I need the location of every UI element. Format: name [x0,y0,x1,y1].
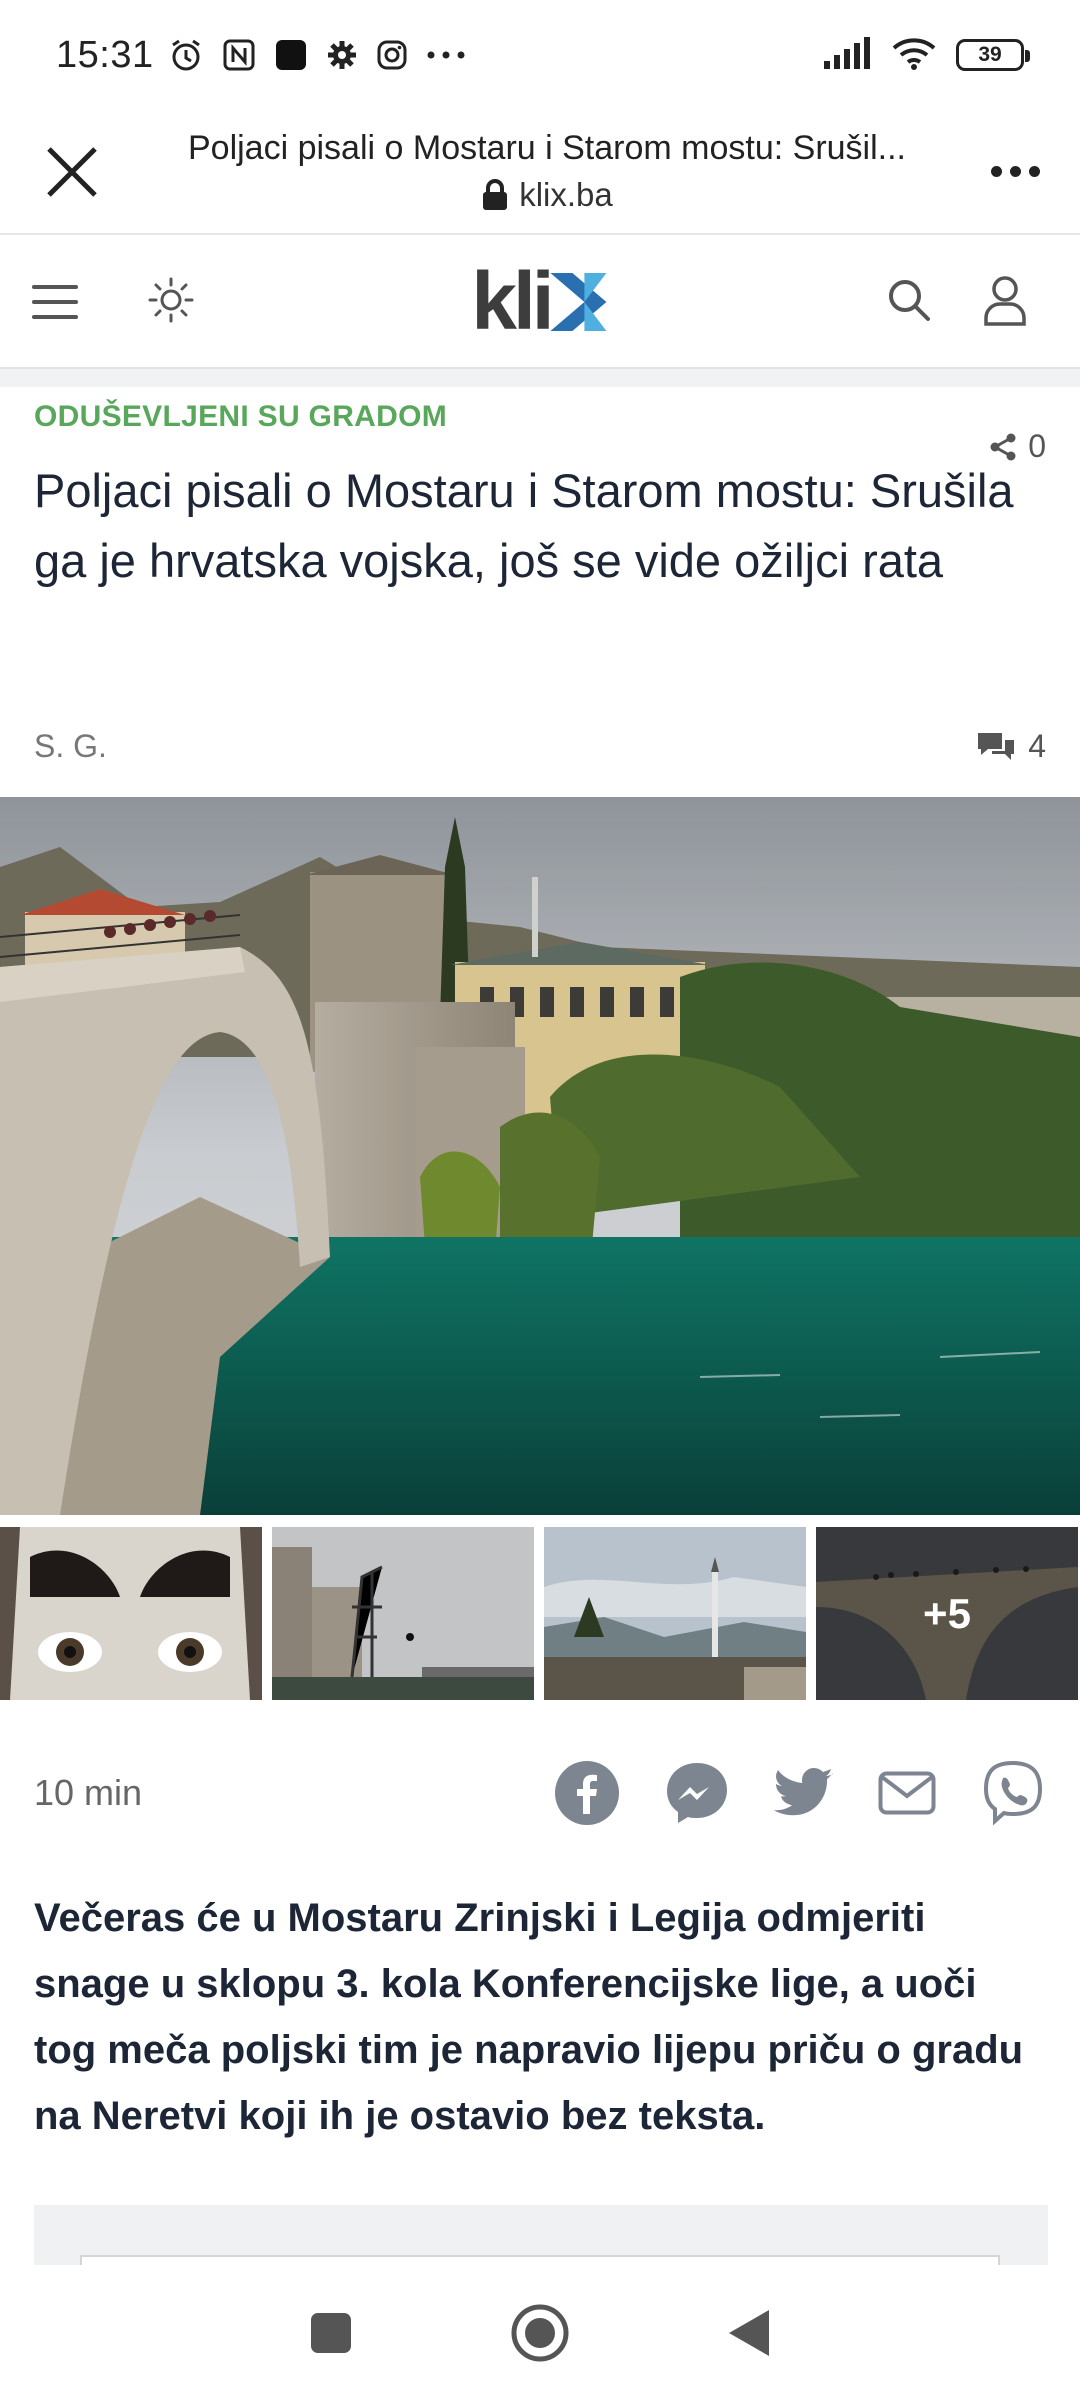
lock-icon [483,179,508,210]
browser-title-area[interactable]: Poljaci pisali o Mostaru i Starom mostu:… [144,129,950,214]
embedded-content-box [34,2205,1048,2265]
search-icon[interactable] [884,275,934,330]
facebook-icon[interactable] [554,1760,620,1826]
status-time: 15:31 [56,33,154,76]
twitter-icon[interactable] [774,1768,834,1818]
hamburger-menu-icon[interactable] [32,285,78,319]
share-icon [990,433,1016,460]
logo-text: kli [471,256,554,347]
gallery-more-count: +5 [816,1527,1078,1700]
gallery-thumb-1[interactable] [0,1527,262,1700]
menu-dot [1009,166,1021,177]
url-text: klix.ba [519,176,613,213]
system-navigation-bar [0,2265,1080,2400]
battery-level: 39 [978,43,1002,66]
article-author: S. G. [34,728,107,764]
menu-dot [990,166,1002,177]
close-icon [47,146,97,197]
email-icon[interactable] [878,1771,936,1815]
instagram-icon [376,39,408,71]
home-icon[interactable] [510,2303,570,2363]
gallery-thumb-4[interactable]: +5 [816,1527,1078,1700]
user-profile-icon[interactable] [982,274,1028,331]
gallery-thumb-2[interactable] [272,1527,534,1700]
article-hero-image[interactable] [0,797,1080,1515]
signal-icon [822,36,872,74]
sun-theme-toggle-icon[interactable] [146,275,196,330]
share-buttons [554,1760,1046,1826]
gallery-thumb-3[interactable] [544,1527,806,1700]
read-time: 10 min [34,1772,143,1813]
comments-button[interactable]: 4 [976,728,1046,765]
share-count-value: 0 [1028,428,1046,464]
comments-icon [978,732,1015,760]
recent-apps-icon[interactable] [309,2311,353,2355]
browser-menu-button[interactable] [950,109,1080,234]
alarm-icon [168,37,204,73]
app-square-icon [274,38,308,72]
site-header: kli [0,237,1080,367]
klix-logo[interactable]: kli [471,256,608,347]
byline-row: S. G. 4 [34,728,1046,765]
more-dots-icon [426,50,466,60]
close-tab-button[interactable] [0,109,144,234]
url-display: klix.ba [481,176,613,214]
browser-toolbar: Poljaci pisali o Mostaru i Starom mostu:… [0,110,1080,235]
embedded-content-frame [80,2255,1000,2265]
article-header: ODUŠEVLJENI SU GRADOM 0 Poljaci pisali o… [34,400,1046,596]
battery-icon: 39 [956,39,1030,71]
gear-icon [326,39,358,71]
messenger-icon[interactable] [664,1760,730,1826]
logo-x-mark [550,273,607,331]
article-kicker: ODUŠEVLJENI SU GRADOM [34,400,448,433]
header-divider [0,367,1080,387]
back-icon[interactable] [727,2308,771,2358]
share-count-button[interactable]: 0 [988,428,1046,465]
menu-dot [1028,166,1040,177]
article-meta-row: 10 min [34,1758,1046,1828]
viber-icon[interactable] [980,1760,1046,1826]
comment-count: 4 [1028,728,1046,764]
article-lead: Večeras će u Mostaru Zrinjski i Legija o… [34,1896,1024,2138]
page-title: Poljaci pisali o Mostaru i Starom mostu:… [187,129,907,167]
article-headline: Poljaci pisali o Mostaru i Starom mostu:… [34,464,1014,587]
wifi-icon [892,36,936,75]
gallery-thumbnails: +5 [0,1527,1080,1700]
status-bar: 15:31 39 [0,0,1080,110]
nfc-icon [222,38,256,72]
